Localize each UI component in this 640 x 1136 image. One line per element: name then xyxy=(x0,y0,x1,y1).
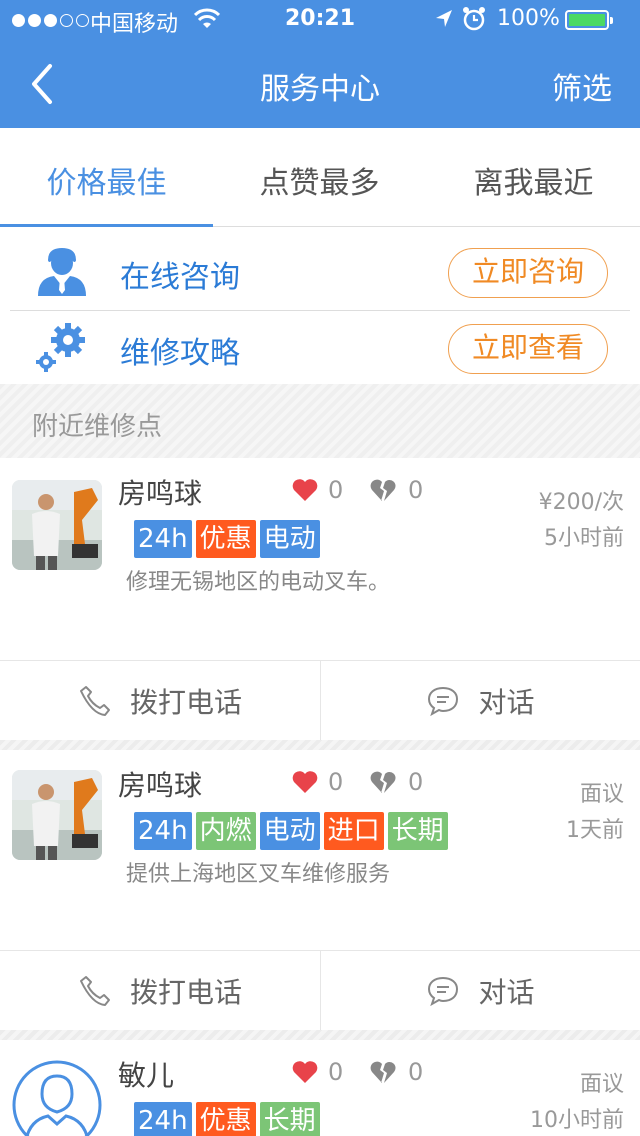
tag-list: 24h 优惠 长期 xyxy=(134,1102,320,1136)
chat-bubble-icon xyxy=(428,976,459,1007)
tab-most-liked[interactable]: 点赞最多 xyxy=(213,158,426,202)
battery-icon xyxy=(565,10,613,30)
person-icon xyxy=(34,246,90,298)
dislike-count: 0 xyxy=(408,768,424,796)
call-label: 拨打电话 xyxy=(129,686,242,719)
phone-icon xyxy=(79,686,110,716)
provider-name: 房鸣球 xyxy=(118,769,203,802)
chat-bubble-icon xyxy=(428,686,459,717)
time-ago: 1天前 xyxy=(566,818,624,843)
consult-now-button[interactable]: 立即咨询 xyxy=(448,248,608,298)
like-button[interactable]: 0 xyxy=(292,476,343,504)
card-actions: 拨打电话 对话 xyxy=(0,950,640,1031)
dislike-button[interactable]: 0 xyxy=(370,1058,423,1086)
like-count: 0 xyxy=(328,476,344,504)
tag-list: 24h 优惠 电动 xyxy=(134,520,320,558)
chat-label: 对话 xyxy=(478,686,535,719)
alarm-clock-icon xyxy=(462,6,486,38)
price: ¥200/次 xyxy=(538,490,624,515)
provider-description: 提供上海地区叉车维修服务 xyxy=(126,862,391,887)
service-tag: 内燃 xyxy=(195,812,256,850)
service-tag: 电动 xyxy=(259,520,320,558)
dislike-count: 0 xyxy=(408,476,424,504)
section-title: 附近维修点 xyxy=(32,412,163,442)
online-consult-row: 在线咨询 立即咨询 xyxy=(0,234,640,310)
repair-guide-row: 维修攻略 立即查看 xyxy=(0,310,640,386)
like-count: 0 xyxy=(328,1058,344,1086)
call-label: 拨打电话 xyxy=(129,976,242,1009)
page-title: 服务中心 xyxy=(260,72,380,107)
time-ago: 10小时前 xyxy=(530,1108,624,1133)
like-button[interactable]: 0 xyxy=(292,1058,343,1086)
call-button[interactable]: 拨打电话 xyxy=(0,951,320,1031)
avatar xyxy=(12,480,102,570)
card-separator xyxy=(0,1030,640,1040)
service-tag: 长期 xyxy=(259,1102,320,1136)
gears-icon xyxy=(34,322,90,374)
heart-icon xyxy=(292,1061,318,1083)
service-tag: 电动 xyxy=(259,812,320,850)
provider-card[interactable]: 敏儿 0 0 面议 10小时前 24h 优惠 长期 xyxy=(0,1040,640,1136)
card-actions: 拨打电话 对话 xyxy=(0,660,640,741)
dislike-count: 0 xyxy=(408,1058,424,1086)
default-avatar-icon xyxy=(12,1060,102,1136)
phone-icon xyxy=(79,976,110,1006)
sort-tabs: 价格最佳 点赞最多 离我最近 xyxy=(0,128,640,227)
broken-heart-icon xyxy=(370,1061,396,1083)
repair-guide-label: 维修攻略 xyxy=(120,336,240,371)
card-separator xyxy=(0,740,640,750)
call-button[interactable]: 拨打电话 xyxy=(0,661,320,741)
chat-label: 对话 xyxy=(478,976,535,1009)
heart-icon xyxy=(292,479,318,501)
service-tag: 24h xyxy=(134,520,192,558)
dislike-button[interactable]: 0 xyxy=(370,476,423,504)
dislike-button[interactable]: 0 xyxy=(370,768,423,796)
location-arrow-icon xyxy=(434,8,454,36)
provider-card[interactable]: 房鸣球 0 0 面议 1天前 24h 内燃 电动 进口 长期 提供上海地区叉车维修服务 xyxy=(0,750,640,950)
status-bar: 中国移动 20:21 100% xyxy=(0,0,640,40)
provider-name: 敏儿 xyxy=(118,1059,175,1092)
tab-nearest[interactable]: 离我最近 xyxy=(427,158,640,202)
provider-name: 房鸣球 xyxy=(118,477,203,510)
service-tag: 进口 xyxy=(323,812,384,850)
navigation-bar: 中国移动 20:21 100% 服务中心 筛选 xyxy=(0,0,640,128)
chat-button[interactable]: 对话 xyxy=(320,951,640,1031)
heart-icon xyxy=(292,771,318,793)
tab-best-price[interactable]: 价格最佳 xyxy=(0,158,213,202)
like-button[interactable]: 0 xyxy=(292,768,343,796)
time-ago: 5小时前 xyxy=(544,526,624,551)
like-count: 0 xyxy=(328,768,344,796)
filter-button[interactable]: 筛选 xyxy=(552,64,612,108)
service-tag: 24h xyxy=(134,1102,192,1136)
active-tab-indicator xyxy=(0,224,213,227)
provider-description: 修理无锡地区的电动叉车。 xyxy=(126,570,391,595)
service-tag: 长期 xyxy=(387,812,448,850)
service-tag: 优惠 xyxy=(195,520,256,558)
online-consult-label: 在线咨询 xyxy=(120,260,240,295)
service-tag: 优惠 xyxy=(195,1102,256,1136)
broken-heart-icon xyxy=(370,771,396,793)
avatar xyxy=(12,770,102,860)
chat-button[interactable]: 对话 xyxy=(320,661,640,741)
broken-heart-icon xyxy=(370,479,396,501)
section-header: 附近维修点 xyxy=(0,384,640,458)
view-now-button[interactable]: 立即查看 xyxy=(448,324,608,374)
price: 面议 xyxy=(579,782,624,807)
battery-percentage: 100% xyxy=(497,6,560,31)
tag-list: 24h 内燃 电动 进口 长期 xyxy=(134,812,448,850)
price: 面议 xyxy=(579,1072,624,1097)
provider-card[interactable]: 房鸣球 0 0 ¥200/次 5小时前 24h 优惠 电动 修理无锡地区的电动叉车。 xyxy=(0,458,640,660)
service-tag: 24h xyxy=(134,812,192,850)
